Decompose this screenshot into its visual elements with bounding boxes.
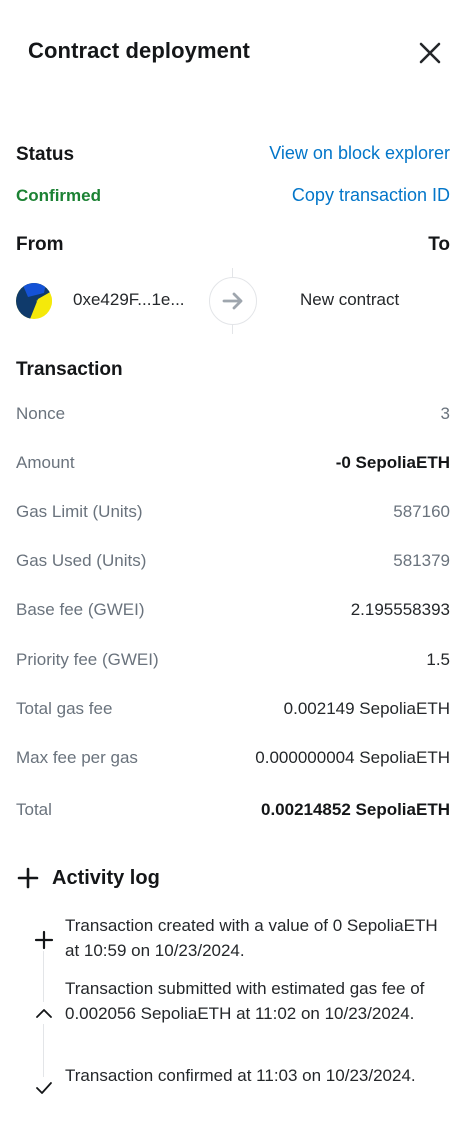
- priority-fee-value: 1.5: [426, 650, 450, 669]
- gas-limit-label: Gas Limit (Units): [16, 502, 143, 521]
- arrow-right-icon: [222, 292, 243, 310]
- base-fee-row: Base fee (GWEI) 2.195558393: [16, 600, 450, 624]
- total-gas-fee-row: Total gas fee 0.002149 SepoliaETH: [16, 699, 450, 723]
- max-fee-per-gas-value: 0.000000004 SepoliaETH: [255, 748, 450, 767]
- gas-used-label: Gas Used (Units): [16, 551, 147, 570]
- total-label: Total: [16, 800, 52, 819]
- amount-label: Amount: [16, 453, 75, 472]
- total-row: Total 0.00214852 SepoliaETH: [16, 800, 450, 824]
- activity-log-toggle[interactable]: Activity log: [16, 864, 316, 894]
- account-avatar-icon: [16, 283, 52, 319]
- activity-log-title: Activity log: [52, 867, 160, 889]
- copy-transaction-id-link[interactable]: Copy transaction ID: [292, 185, 450, 206]
- total-value: 0.00214852 SepoliaETH: [260, 800, 450, 819]
- activity-entry-confirmed: Transaction confirmed at 11:03 on 10/23/…: [65, 1066, 416, 1085]
- nonce-label: Nonce: [16, 404, 66, 423]
- check-icon: [36, 1082, 52, 1094]
- timeline-entry-icon: [33, 1002, 55, 1024]
- timeline-entry-icon: [33, 929, 55, 951]
- nonce-row: Nonce 3: [16, 404, 450, 428]
- priority-fee-row: Priority fee (GWEI) 1.5: [16, 650, 450, 674]
- timeline-entry-icon: [33, 1077, 55, 1099]
- modal-header: Contract deployment: [0, 0, 465, 106]
- base-fee-value: 2.195558393: [350, 600, 450, 619]
- total-gas-fee-label: Total gas fee: [16, 699, 113, 718]
- priority-fee-label: Priority fee (GWEI): [16, 650, 159, 669]
- amount-value: -0 SepoliaETH: [335, 453, 450, 472]
- to-label: To: [428, 234, 450, 255]
- from-address[interactable]: 0xe429F...1e...: [73, 290, 185, 310]
- status-value: Confirmed: [16, 186, 101, 205]
- close-icon: [419, 42, 441, 64]
- amount-row: Amount -0 SepoliaETH: [16, 453, 450, 477]
- max-fee-per-gas-label: Max fee per gas: [16, 748, 138, 767]
- activity-entry-created: Transaction created with a value of 0 Se…: [65, 916, 438, 960]
- activity-entry-submitted: Transaction submitted with estimated gas…: [65, 979, 425, 1023]
- avatar: [16, 283, 52, 319]
- close-button[interactable]: [414, 37, 446, 69]
- to-address: New contract: [300, 290, 400, 309]
- nonce-value: 3: [440, 404, 450, 423]
- base-fee-label: Base fee (GWEI): [16, 600, 145, 619]
- gas-used-value: 581379: [393, 551, 450, 570]
- plus-icon: [34, 930, 54, 950]
- view-on-block-explorer-link[interactable]: View on block explorer: [269, 143, 450, 164]
- max-fee-per-gas-row: Max fee per gas 0.000000004 SepoliaETH: [16, 748, 450, 772]
- gas-limit-value: 587160: [393, 502, 450, 521]
- from-label: From: [16, 234, 64, 255]
- total-gas-fee-value: 0.002149 SepoliaETH: [283, 699, 450, 718]
- transaction-section-title: Transaction: [16, 359, 123, 380]
- chevron-up-icon: [36, 1009, 52, 1018]
- gas-limit-row: Gas Limit (Units) 587160: [16, 502, 450, 526]
- page-title: Contract deployment: [28, 38, 250, 63]
- plus-icon: [17, 867, 39, 889]
- status-label: Status: [16, 144, 75, 165]
- gas-used-row: Gas Used (Units) 581379: [16, 551, 450, 575]
- direction-arrow: [209, 277, 257, 325]
